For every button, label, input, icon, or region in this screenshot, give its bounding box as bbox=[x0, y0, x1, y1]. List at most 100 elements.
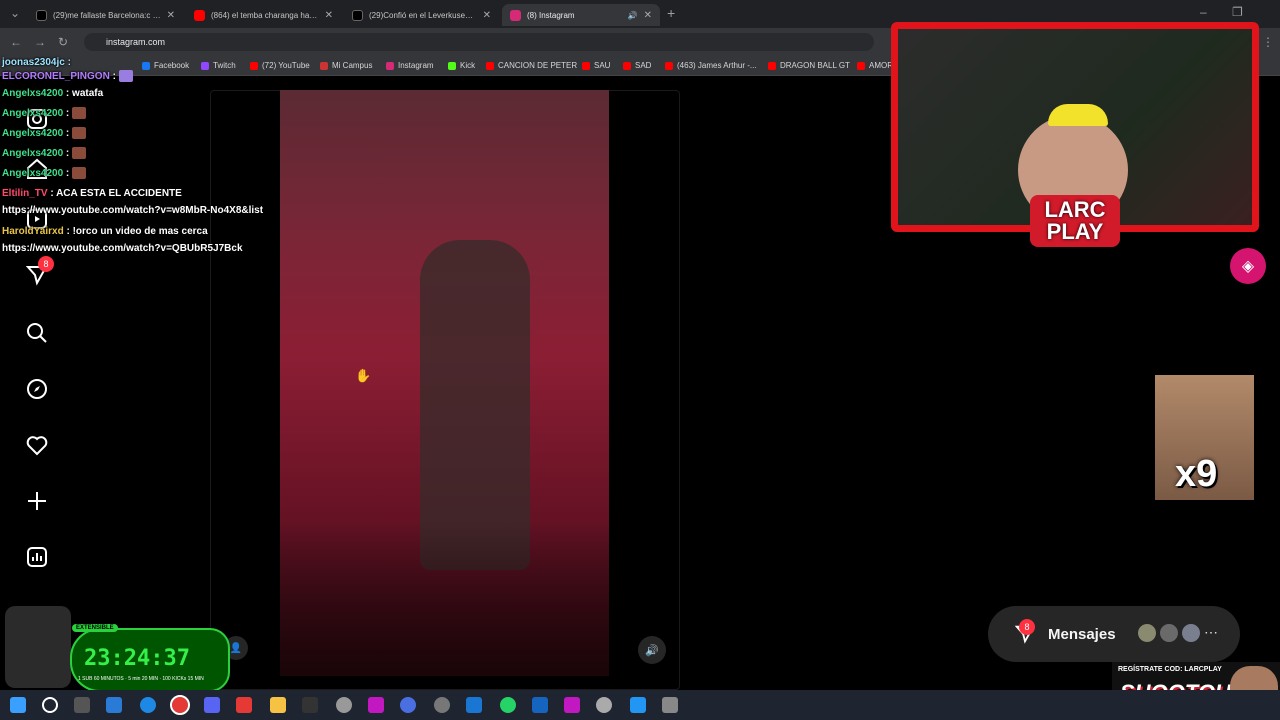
emote-icon bbox=[72, 127, 87, 140]
chat-text: ACA ESTA EL ACCIDENTE bbox=[56, 188, 182, 199]
bookmark-label: Kick bbox=[460, 61, 476, 70]
tab-2[interactable]: (864) el temba charanga haban ✕ bbox=[186, 4, 341, 26]
streamer-avatar bbox=[5, 606, 71, 688]
search-icon[interactable] bbox=[42, 697, 58, 713]
close-tab-icon[interactable]: ✕ bbox=[483, 10, 491, 21]
subathon-timer: EXTENSIBLE 23:24:37 1 SUB 60 MINUTOS · 5… bbox=[70, 624, 230, 692]
chat-username: Eltilin_TV bbox=[2, 188, 48, 199]
bookmark-peter[interactable]: CANCION DE PETER bbox=[486, 61, 577, 70]
tab-label: (864) el temba charanga haban bbox=[211, 10, 319, 20]
bookmark-campus[interactable]: Mi Campus bbox=[320, 61, 372, 70]
app-icon[interactable] bbox=[336, 697, 352, 713]
dashboard-icon[interactable] bbox=[22, 542, 52, 572]
streamer-cap bbox=[1048, 104, 1108, 126]
chat-text: !orco un video de mas cerca bbox=[72, 226, 208, 237]
explore-icon[interactable] bbox=[22, 374, 52, 404]
meme-overlay: x9 bbox=[1155, 375, 1254, 500]
minimize-button[interactable]: – bbox=[1200, 5, 1207, 19]
speaker-icon[interactable]: 🔊 bbox=[628, 11, 638, 20]
tab-1[interactable]: (29)me fallaste Barcelona:c #hu ✕ bbox=[28, 4, 183, 26]
bookmark-label: AMOR bbox=[869, 61, 893, 70]
instagram-icon bbox=[510, 9, 521, 21]
create-icon[interactable] bbox=[22, 486, 52, 516]
chat-message: Angelxs4200 : watafa bbox=[2, 84, 282, 104]
tab-search-icon[interactable]: ⌄ bbox=[10, 6, 20, 20]
chat-message: https://www.youtube.com/watch?v=w8MbR-No… bbox=[2, 204, 282, 218]
extension-fab-icon[interactable]: ◈ bbox=[1230, 248, 1266, 284]
chat-separator: : bbox=[63, 226, 73, 237]
video-app-icon[interactable] bbox=[236, 697, 252, 713]
chat-separator: : bbox=[63, 168, 73, 179]
chat-message: ELCORONEL_PINGON : bbox=[2, 70, 282, 84]
app-icon[interactable] bbox=[630, 697, 646, 713]
logo-line-2: PLAY bbox=[1046, 219, 1104, 244]
app-icon[interactable] bbox=[596, 697, 612, 713]
new-tab-button[interactable]: + bbox=[667, 5, 675, 21]
crowd-shadow bbox=[280, 520, 609, 676]
chat-message: Eltilin_TV : ACA ESTA EL ACCIDENTE bbox=[2, 184, 282, 204]
bookmark-label: SAD bbox=[635, 61, 652, 70]
avatar bbox=[1180, 622, 1202, 644]
avatar bbox=[1136, 622, 1158, 644]
bookmark-dragonball[interactable]: DRAGON BALL GT bbox=[768, 61, 850, 70]
close-tab-icon[interactable]: ✕ bbox=[167, 10, 175, 21]
youtube-icon bbox=[194, 9, 205, 21]
bookmark-amor[interactable]: AMOR bbox=[857, 61, 893, 70]
close-tab-icon[interactable]: ✕ bbox=[644, 10, 652, 21]
word-icon[interactable] bbox=[532, 697, 548, 713]
logo-line-1: LARC bbox=[1044, 197, 1106, 222]
youtube-icon bbox=[665, 61, 673, 70]
start-icon[interactable] bbox=[10, 697, 26, 713]
chat-message: Angelxs4200 : bbox=[2, 164, 282, 184]
tab-label: (29)Confió en el Leverkusen y p bbox=[369, 10, 477, 20]
bookmark-sad[interactable]: SAD bbox=[623, 61, 651, 70]
bookmark-sau[interactable]: SAU bbox=[582, 61, 610, 70]
heart-icon[interactable] bbox=[22, 430, 52, 460]
bookmark-label: DRAGON BALL GT bbox=[780, 61, 850, 70]
tab-label: (29)me fallaste Barcelona:c #hu bbox=[53, 10, 161, 20]
chat-link: https://www.youtube.com/watch?v=w8MbR-No… bbox=[2, 205, 264, 216]
direct-messages-icon[interactable]: 8 bbox=[22, 256, 54, 290]
chat-username: joonas2304jc : bbox=[2, 57, 71, 68]
store-icon[interactable] bbox=[106, 697, 122, 713]
chat-message: Angelxs4200 : bbox=[2, 124, 282, 144]
forward-button[interactable]: → bbox=[34, 35, 46, 49]
chrome-icon[interactable] bbox=[170, 695, 190, 715]
tab-instagram[interactable]: (8) Instagram 🔊 ✕ bbox=[502, 4, 660, 26]
bookmark-kick[interactable]: Kick bbox=[448, 61, 475, 70]
menu-icon[interactable]: ⋮ bbox=[1262, 35, 1274, 49]
timer-clock: 23:24:37 bbox=[84, 646, 190, 671]
app-icon[interactable] bbox=[368, 697, 384, 713]
campus-icon bbox=[320, 61, 328, 70]
app-icon[interactable] bbox=[434, 697, 450, 713]
close-tab-icon[interactable]: ✕ bbox=[325, 10, 333, 21]
volume-icon[interactable]: 🔊 bbox=[638, 636, 666, 664]
avatar bbox=[1158, 622, 1180, 644]
reel-video[interactable] bbox=[280, 90, 609, 676]
folder-icon[interactable] bbox=[270, 697, 286, 713]
app-icon[interactable] bbox=[564, 697, 580, 713]
app-icon[interactable] bbox=[400, 697, 416, 713]
task-view-icon[interactable] bbox=[74, 697, 90, 713]
edge-icon[interactable] bbox=[140, 697, 156, 713]
tiktok-icon bbox=[36, 9, 47, 21]
app-icon[interactable] bbox=[302, 697, 318, 713]
stream-chat-overlay: joonas2304jc : ELCORONEL_PINGON : Angelx… bbox=[2, 56, 282, 256]
chat-username: Angelxs4200 bbox=[2, 128, 64, 139]
calculator-icon[interactable] bbox=[466, 697, 482, 713]
discord-icon[interactable] bbox=[204, 697, 220, 713]
app-icon[interactable] bbox=[662, 697, 678, 713]
chat-username: Angelxs4200 bbox=[2, 148, 64, 159]
search-icon[interactable] bbox=[22, 318, 52, 348]
more-icon[interactable]: ⋯ bbox=[1204, 624, 1218, 641]
bookmark-instagram[interactable]: Instagram bbox=[386, 61, 434, 70]
tab-3[interactable]: (29)Confió en el Leverkusen y p ✕ bbox=[344, 4, 499, 26]
maximize-button[interactable]: ❐ bbox=[1232, 5, 1243, 19]
reload-button[interactable]: ↻ bbox=[58, 35, 68, 49]
whatsapp-icon[interactable] bbox=[500, 697, 516, 713]
chat-separator: : bbox=[47, 188, 57, 199]
bookmark-james[interactable]: (463) James Arthur -... bbox=[665, 61, 757, 70]
youtube-icon bbox=[486, 61, 494, 70]
address-bar[interactable]: instagram.com bbox=[84, 33, 874, 51]
back-button[interactable]: ← bbox=[10, 35, 22, 49]
